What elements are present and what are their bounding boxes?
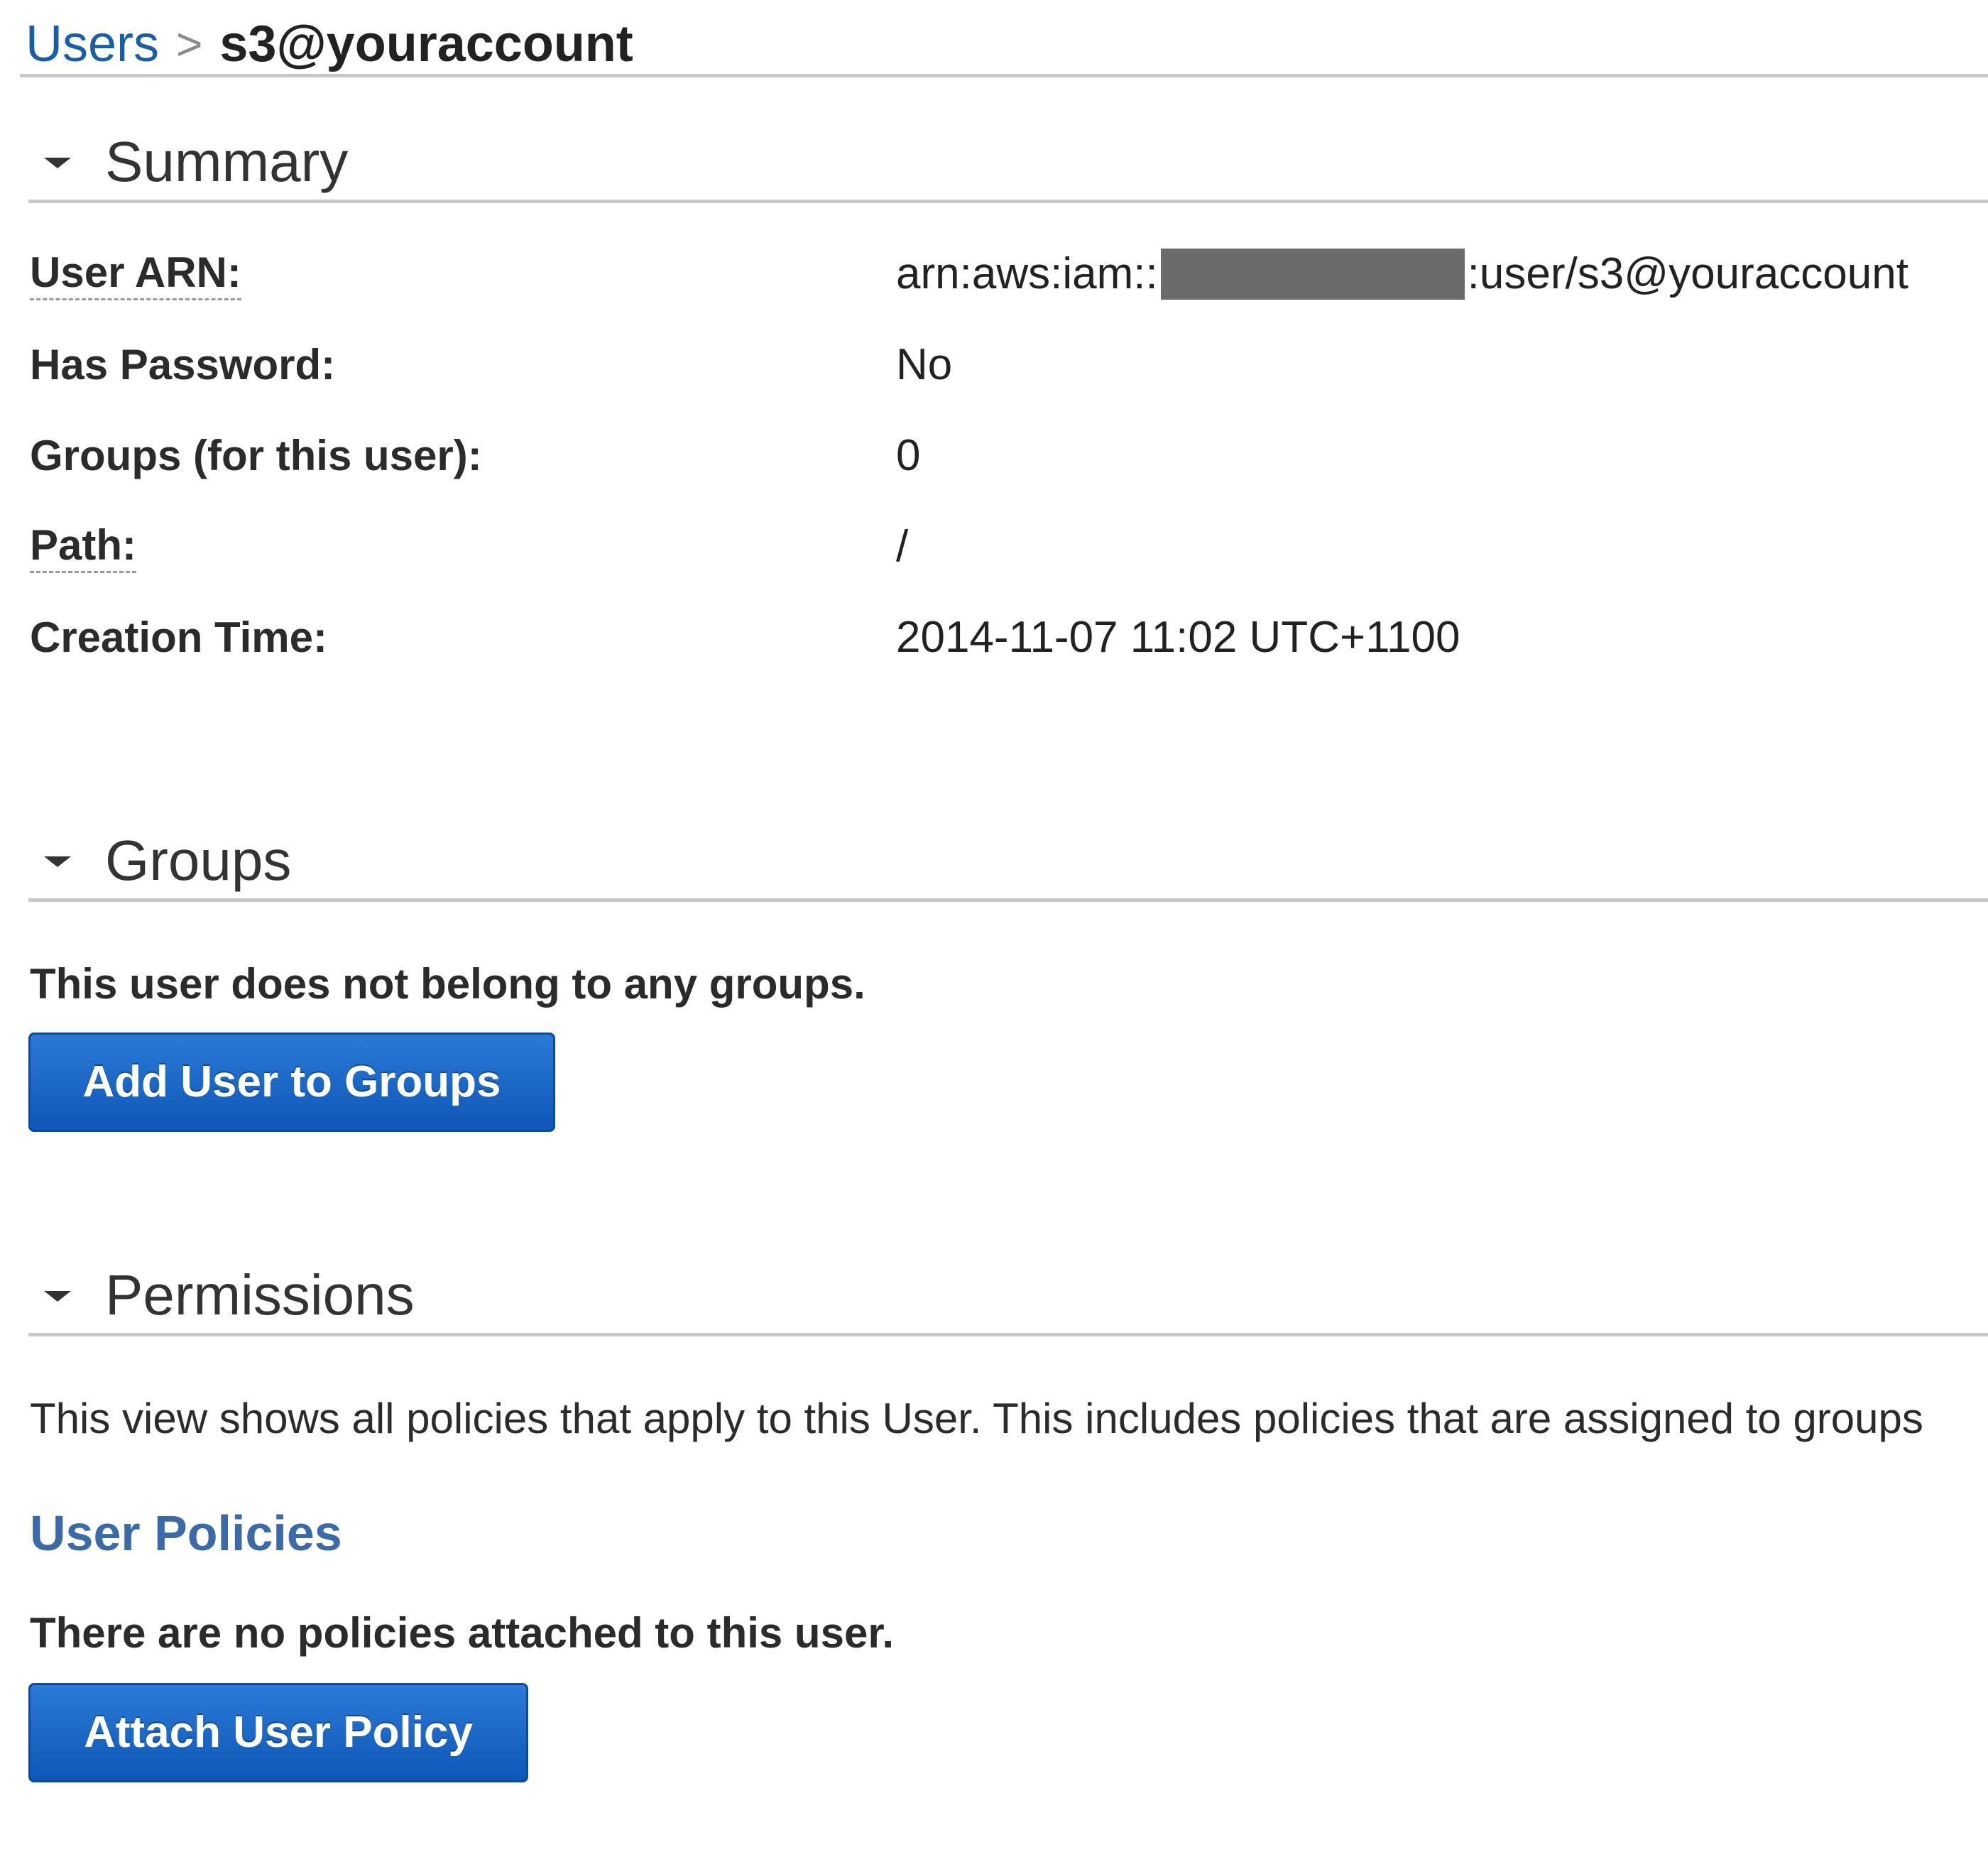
caret-down-icon: [44, 856, 71, 867]
summary-section-header[interactable]: Summary: [28, 125, 1988, 203]
attach-user-policy-button[interactable]: Attach User Policy: [28, 1683, 528, 1782]
creation-time-value: 2014-11-07 11:02 UTC+1100: [896, 613, 1460, 662]
path-label[interactable]: Path:: [30, 520, 136, 573]
groups-section-title: Groups: [105, 829, 292, 892]
user-policies-heading: User Policies: [30, 1505, 342, 1561]
user-arn-label[interactable]: User ARN:: [30, 247, 241, 300]
policies-empty-message: There are no policies attached to this u…: [30, 1609, 895, 1657]
groups-section-header[interactable]: Groups: [28, 824, 1988, 902]
redacted-account-id: [1160, 249, 1465, 300]
summary-section-divider: [28, 200, 1988, 203]
groups-empty-message: This user does not belong to any groups.: [30, 960, 865, 1008]
summary-section-title: Summary: [105, 130, 349, 193]
breadcrumb-divider: [20, 74, 1988, 77]
permissions-section-header[interactable]: Permissions: [28, 1258, 1988, 1336]
add-user-to-groups-button[interactable]: Add User to Groups: [28, 1033, 555, 1132]
groups-count-label: Groups (for this user):: [30, 432, 482, 479]
breadcrumb-users-link[interactable]: Users: [26, 15, 159, 73]
page-title: s3@youraccount: [219, 16, 633, 72]
permissions-section-title: Permissions: [105, 1263, 415, 1327]
creation-time-label: Creation Time:: [30, 614, 327, 661]
caret-down-icon: [44, 1291, 71, 1302]
iam-user-detail-page: Users > s3@youraccount Summary User ARN:…: [0, 0, 1988, 1852]
permissions-section-divider: [28, 1333, 1988, 1336]
permissions-description: This view shows all policies that apply …: [30, 1395, 1923, 1442]
user-arn-value: arn:aws:iam:: :user/s3@youraccount: [896, 247, 1908, 301]
groups-section-divider: [28, 898, 1988, 902]
caret-down-icon: [44, 158, 71, 168]
user-arn-prefix: arn:aws:iam::: [896, 249, 1158, 298]
breadcrumb: Users > s3@youraccount: [26, 10, 633, 78]
user-arn-suffix: :user/s3@youraccount: [1467, 249, 1908, 298]
has-password-label: Has Password:: [30, 341, 336, 388]
groups-count-value: 0: [896, 431, 921, 480]
breadcrumb-separator: >: [176, 18, 203, 70]
path-value: /: [896, 522, 909, 571]
has-password-value: No: [896, 340, 953, 389]
